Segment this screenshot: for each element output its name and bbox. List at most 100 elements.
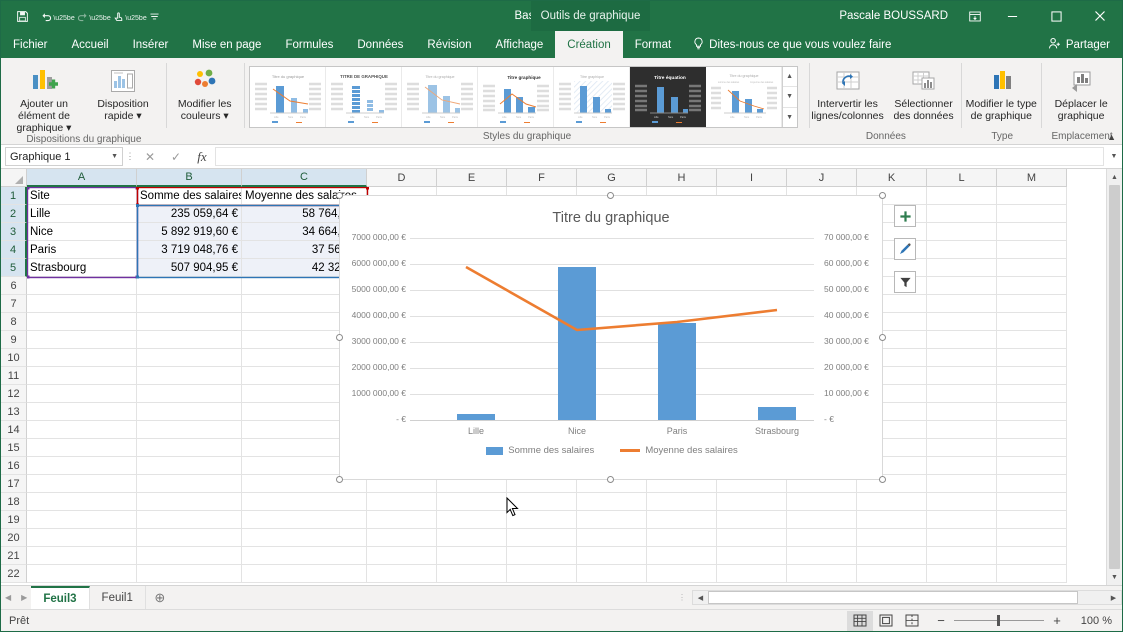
cell-M11[interactable]: [997, 367, 1067, 385]
column-header-F[interactable]: F: [507, 169, 577, 187]
sheet-tab-feuil1[interactable]: Feuil1: [90, 586, 146, 609]
cell-L7[interactable]: [927, 295, 997, 313]
cell-M3[interactable]: [997, 223, 1067, 241]
cell-L1[interactable]: [927, 187, 997, 205]
cell-D18[interactable]: [367, 493, 437, 511]
account-name[interactable]: Pascale BOUSSARD: [839, 10, 948, 22]
cell-E21[interactable]: [437, 547, 507, 565]
tab-fichier[interactable]: Fichier: [1, 31, 60, 58]
cell-L14[interactable]: [927, 421, 997, 439]
zoom-in-button[interactable]: +: [1051, 613, 1063, 628]
gallery-more-icon[interactable]: ▼: [783, 108, 797, 127]
column-header-H[interactable]: H: [647, 169, 717, 187]
cell-A8[interactable]: [27, 313, 137, 331]
cell-G21[interactable]: [577, 547, 647, 565]
row-header-8[interactable]: 8: [1, 313, 27, 331]
quick-layout-button[interactable]: Disposition rapide ▾: [87, 62, 159, 122]
close-button[interactable]: [1078, 1, 1122, 31]
name-box[interactable]: Graphique 1 ▼: [5, 147, 123, 166]
normal-view-button[interactable]: [847, 610, 873, 631]
cell-L22[interactable]: [927, 565, 997, 583]
row-header-18[interactable]: 18: [1, 493, 27, 511]
tab-mise-en-page[interactable]: Mise en page: [180, 31, 273, 58]
cell-A6[interactable]: [27, 277, 137, 295]
page-layout-view-button[interactable]: [873, 611, 899, 631]
chart-object[interactable]: Titre du graphique 7000 000,00 € 6000 00…: [339, 195, 883, 480]
column-header-A[interactable]: A: [27, 169, 137, 187]
chart-legend[interactable]: Somme des salaires Moyenne des salaires: [340, 445, 884, 456]
column-header-I[interactable]: I: [717, 169, 787, 187]
cell-L6[interactable]: [927, 277, 997, 295]
gallery-scroll-down-icon[interactable]: ▼: [782, 87, 797, 108]
chart-elements-button[interactable]: [894, 205, 916, 227]
row-header-4[interactable]: 4: [1, 241, 27, 259]
cell-M10[interactable]: [997, 349, 1067, 367]
cell-B6[interactable]: [137, 277, 242, 295]
sheet-nav-prev-icon[interactable]: ◀: [5, 593, 11, 602]
cell-K22[interactable]: [857, 565, 927, 583]
chart-resize-handle-se[interactable]: [879, 476, 886, 483]
cell-M5[interactable]: [997, 259, 1067, 277]
touch-mode-dropdown-icon[interactable]: \u25be: [125, 5, 146, 27]
cell-F18[interactable]: [507, 493, 577, 511]
chart-filters-button[interactable]: [894, 271, 916, 293]
select-data-button[interactable]: Sélectionner des données: [886, 62, 962, 122]
chart-bar-lille[interactable]: [457, 414, 495, 420]
cell-H21[interactable]: [647, 547, 717, 565]
cell-A3[interactable]: Nice: [27, 223, 137, 241]
chart-style-option[interactable]: Titre du graphique Lille Nice Paris: [401, 67, 478, 127]
cell-M21[interactable]: [997, 547, 1067, 565]
column-header-C[interactable]: C: [242, 169, 367, 187]
select-all-corner[interactable]: [1, 169, 27, 187]
cell-A14[interactable]: [27, 421, 137, 439]
cell-B17[interactable]: [137, 475, 242, 493]
cell-A5[interactable]: Strasbourg: [27, 259, 137, 277]
cell-D20[interactable]: [367, 529, 437, 547]
cell-M22[interactable]: [997, 565, 1067, 583]
vertical-scrollbar[interactable]: ▲ ▼: [1106, 169, 1122, 585]
cell-M14[interactable]: [997, 421, 1067, 439]
cell-B8[interactable]: [137, 313, 242, 331]
cell-G18[interactable]: [577, 493, 647, 511]
cell-A10[interactable]: [27, 349, 137, 367]
redo-dropdown-icon[interactable]: \u25be: [89, 5, 110, 27]
switch-row-column-button[interactable]: Intervertir les lignes/colonnes: [810, 62, 886, 122]
save-icon[interactable]: [11, 5, 33, 27]
chart-styles-button[interactable]: [894, 238, 916, 260]
chart-plot-area[interactable]: 7000 000,00 € 6000 000,00 € 5000 000,00 …: [340, 196, 884, 481]
legend-item-moyenne[interactable]: Moyenne des salaires: [620, 445, 738, 456]
cell-A19[interactable]: [27, 511, 137, 529]
cell-B22[interactable]: [137, 565, 242, 583]
tab-revision[interactable]: Révision: [415, 31, 483, 58]
cell-G22[interactable]: [577, 565, 647, 583]
add-chart-element-button[interactable]: Ajouter un élément de graphique ▾: [1, 62, 87, 134]
row-header-1[interactable]: 1: [1, 187, 27, 205]
collapse-ribbon-icon[interactable]: ▲: [1107, 132, 1116, 142]
cell-B19[interactable]: [137, 511, 242, 529]
cell-B3[interactable]: 5 892 919,60 €: [137, 223, 242, 241]
cell-L15[interactable]: [927, 439, 997, 457]
horizontal-scroll-thumb[interactable]: [708, 591, 1079, 604]
row-header-22[interactable]: 22: [1, 565, 27, 583]
horizontal-scroll-track[interactable]: [708, 591, 1106, 604]
cell-B14[interactable]: [137, 421, 242, 439]
cell-A9[interactable]: [27, 331, 137, 349]
tab-affichage[interactable]: Affichage: [484, 31, 556, 58]
sheet-nav-next-icon[interactable]: ▶: [21, 593, 27, 602]
cell-A2[interactable]: Lille: [27, 205, 137, 223]
zoom-level-label[interactable]: 100 %: [1070, 615, 1112, 627]
chart-bar-strasbourg[interactable]: [758, 407, 796, 420]
cell-M9[interactable]: [997, 331, 1067, 349]
cell-C20[interactable]: [242, 529, 367, 547]
cell-L18[interactable]: [927, 493, 997, 511]
cell-C18[interactable]: [242, 493, 367, 511]
cell-F21[interactable]: [507, 547, 577, 565]
cell-F20[interactable]: [507, 529, 577, 547]
column-header-J[interactable]: J: [787, 169, 857, 187]
cell-B18[interactable]: [137, 493, 242, 511]
chart-resize-handle-w[interactable]: [336, 334, 343, 341]
cell-L20[interactable]: [927, 529, 997, 547]
cell-H22[interactable]: [647, 565, 717, 583]
chart-resize-handle-n[interactable]: [607, 192, 614, 199]
cell-M6[interactable]: [997, 277, 1067, 295]
